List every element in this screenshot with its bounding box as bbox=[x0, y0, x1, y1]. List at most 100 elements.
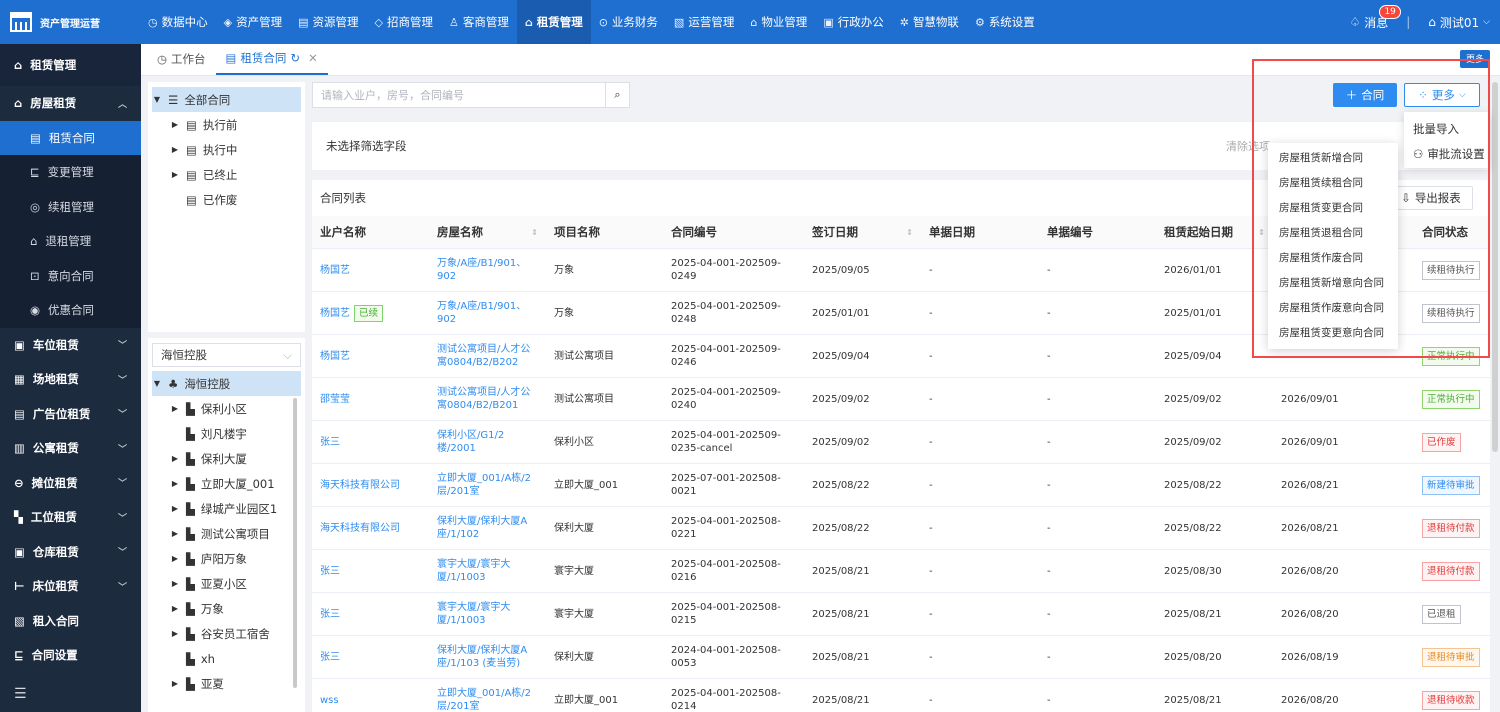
sidebar-subitem-0[interactable]: ▤ 租赁合同 bbox=[0, 120, 141, 155]
sidebar-group-5[interactable]: ▚ 工位租赁 ﹀ bbox=[0, 500, 141, 535]
tree-node-status[interactable]: ▶ ▤ 执行前 bbox=[152, 112, 301, 137]
sidebar-subitem-4[interactable]: ⊡ 意向合同 bbox=[0, 258, 141, 293]
cell-tenant[interactable]: 杨国艺 已续 bbox=[312, 304, 429, 322]
cell-tenant-text[interactable]: 张三 bbox=[320, 436, 340, 449]
tree-node-project[interactable]: ▶ ▙ 测试公寓项目 bbox=[152, 521, 301, 546]
messages-button[interactable]: ♤ 消息 19 bbox=[1349, 4, 1401, 31]
cell-tenant-text[interactable]: 张三 bbox=[320, 608, 340, 621]
caret-right-icon[interactable]: ▶ bbox=[170, 404, 180, 413]
nav-item-0[interactable]: ◷ 数据中心 bbox=[140, 0, 216, 44]
nav-item-10[interactable]: ✲ 智慧物联 bbox=[892, 0, 967, 44]
cell-tenant[interactable]: wss bbox=[312, 694, 429, 707]
nav-item-2[interactable]: ▤ 资源管理 bbox=[290, 0, 366, 44]
caret-right-icon[interactable]: ▶ bbox=[170, 554, 180, 563]
cell-room-text[interactable]: 寰宇大厦/寰宇大厦/1/1003 bbox=[437, 558, 538, 584]
cell-room[interactable]: 万象/A座/B1/901、902 bbox=[429, 300, 546, 326]
cell-room-text[interactable]: 测试公寓项目/人才公寓0804/B2/B201 bbox=[437, 386, 538, 412]
cell-room-text[interactable]: 立即大厦_001/A栋/2层/201室 bbox=[437, 687, 538, 712]
user-menu[interactable]: ⌂ 测试01 ⌵ bbox=[1428, 14, 1490, 31]
cell-room[interactable]: 测试公寓项目/人才公寓0804/B2/B201 bbox=[429, 386, 546, 412]
caret-right-icon[interactable]: ▶ bbox=[170, 145, 180, 154]
caret-right-icon[interactable]: ▶ bbox=[170, 579, 180, 588]
cell-room[interactable]: 测试公寓项目/人才公寓0804/B2/B202 bbox=[429, 343, 546, 369]
caret-down-icon[interactable]: ▼ bbox=[152, 379, 162, 388]
tree-node-project[interactable]: ▶ ▙ 立即大厦_001 bbox=[152, 471, 301, 496]
cell-tenant[interactable]: 杨国艺 bbox=[312, 264, 429, 277]
column-header[interactable]: 签订日期 ⇕ bbox=[804, 224, 921, 240]
cell-room[interactable]: 万象/A座/B1/901、902 bbox=[429, 257, 546, 283]
tree-node-project[interactable]: ▶ ▙ 绿城产业园区1 bbox=[152, 496, 301, 521]
close-icon[interactable]: ✕ bbox=[308, 51, 318, 65]
cell-tenant-text[interactable]: 杨国艺 bbox=[320, 350, 350, 363]
cell-room-text[interactable]: 保利大厦/保利大厦A座/1/102 bbox=[437, 515, 538, 541]
cell-tenant[interactable]: 张三 bbox=[312, 651, 429, 664]
tree-node-project[interactable]: ▙ 刘凡楼宇 bbox=[152, 421, 301, 446]
cell-tenant[interactable]: 邵莹莹 bbox=[312, 393, 429, 406]
tree-node-project[interactable]: ▶ ▙ 万象 bbox=[152, 596, 301, 621]
tree-node-project[interactable]: ▶ ▙ 保利小区 bbox=[152, 396, 301, 421]
sidebar-group-9[interactable]: ⊑ 合同设置 bbox=[0, 638, 141, 673]
search-input[interactable]: 请输入业户，房号，合同编号 bbox=[313, 87, 605, 103]
company-select[interactable]: 海恒控股 ⌵ bbox=[152, 343, 301, 367]
page-scrollbar[interactable] bbox=[1492, 82, 1498, 452]
cell-room-text[interactable]: 万象/A座/B1/901、902 bbox=[437, 257, 538, 283]
sidebar-subitem-2[interactable]: ◎ 续租管理 bbox=[0, 189, 141, 224]
nav-item-5[interactable]: ⌂ 租赁管理 bbox=[516, 0, 591, 44]
sidebar-group-1[interactable]: ▦ 场地租赁 ﹀ bbox=[0, 362, 141, 397]
tree-node-status[interactable]: ▤ 已作废 bbox=[152, 187, 301, 212]
tree-node-all-contracts[interactable]: ▼ ☰ 全部合同 bbox=[152, 87, 301, 112]
cell-tenant[interactable]: 张三 bbox=[312, 565, 429, 578]
tab-lease-contract[interactable]: ▤ 租赁合同 ↻ ✕ bbox=[215, 43, 328, 75]
cell-tenant-text[interactable]: wss bbox=[320, 694, 339, 707]
nav-item-4[interactable]: ♙ 客商管理 bbox=[441, 0, 517, 44]
collapse-menu-icon[interactable]: ☰ bbox=[14, 686, 27, 702]
tree-node-project[interactable]: ▶ ▙ 亚夏小区 bbox=[152, 571, 301, 596]
cell-room[interactable]: 保利小区/G1/2楼/2001 bbox=[429, 429, 546, 455]
column-header[interactable]: 房屋名称 ⇕ bbox=[429, 224, 546, 240]
cell-room[interactable]: 保利大厦/保利大厦A座/1/103 (麦当劳) bbox=[429, 644, 546, 670]
sidebar-subitem-3[interactable]: ⌂ 退租管理 bbox=[0, 224, 141, 259]
sidebar-group-3[interactable]: ▥ 公寓租赁 ﹀ bbox=[0, 431, 141, 466]
sidebar-group-0[interactable]: ▣ 车位租赁 ﹀ bbox=[0, 328, 141, 363]
cell-tenant-text[interactable]: 海天科技有限公司 bbox=[320, 522, 400, 535]
nav-item-3[interactable]: ◇ 招商管理 bbox=[366, 0, 440, 44]
tree-node-project[interactable]: ▶ ▙ 保利大厦 bbox=[152, 446, 301, 471]
cell-tenant[interactable]: 杨国艺 bbox=[312, 350, 429, 363]
sidebar-group-2[interactable]: ▤ 广告位租赁 ﹀ bbox=[0, 397, 141, 432]
sort-icon[interactable]: ⇕ bbox=[906, 228, 913, 237]
cell-tenant[interactable]: 张三 bbox=[312, 436, 429, 449]
cell-room-text[interactable]: 立即大厦_001/A栋/2层/201室 bbox=[437, 472, 538, 498]
cell-room[interactable]: 保利大厦/保利大厦A座/1/102 bbox=[429, 515, 546, 541]
tree-node-project[interactable]: ▶ ▙ 谷安员工宿舍 bbox=[152, 621, 301, 646]
tree-node-company[interactable]: ▼ ♣ 海恒控股 bbox=[152, 371, 301, 396]
tree-node-status[interactable]: ▶ ▤ 已终止 bbox=[152, 162, 301, 187]
sidebar-group-4[interactable]: ⊖ 摊位租赁 ﹀ bbox=[0, 466, 141, 501]
caret-right-icon[interactable]: ▶ bbox=[170, 529, 180, 538]
cell-room-text[interactable]: 万象/A座/B1/901、902 bbox=[437, 300, 538, 326]
nav-item-11[interactable]: ⚙ 系统设置 bbox=[967, 0, 1043, 44]
cell-room[interactable]: 立即大厦_001/A栋/2层/201室 bbox=[429, 472, 546, 498]
sidebar-subitem-1[interactable]: ⊑ 变更管理 bbox=[0, 155, 141, 190]
sidebar-group-7[interactable]: ⊢ 床位租赁 ﹀ bbox=[0, 569, 141, 604]
cell-tenant-text[interactable]: 海天科技有限公司 bbox=[320, 479, 400, 492]
cell-tenant[interactable]: 海天科技有限公司 bbox=[312, 522, 429, 535]
sidebar-group-house-lease[interactable]: ⌂ 房屋租赁 ︿ bbox=[0, 86, 141, 121]
cell-tenant-text[interactable]: 杨国艺 bbox=[320, 264, 350, 277]
caret-right-icon[interactable]: ▶ bbox=[170, 679, 180, 688]
sidebar-group-8[interactable]: ▧ 租入合同 bbox=[0, 604, 141, 639]
caret-down-icon[interactable]: ▼ bbox=[152, 95, 162, 104]
app-logo[interactable]: 资产管理运营 bbox=[0, 0, 140, 44]
nav-item-1[interactable]: ◈ 资产管理 bbox=[216, 0, 290, 44]
tree-node-status[interactable]: ▶ ▤ 执行中 bbox=[152, 137, 301, 162]
search-icon[interactable]: ⌕ bbox=[605, 83, 629, 107]
cell-room-text[interactable]: 寰宇大厦/寰宇大厦/1/1003 bbox=[437, 601, 538, 627]
sidebar-subitem-5[interactable]: ◉ 优惠合同 bbox=[0, 293, 141, 328]
cell-tenant-text[interactable]: 邵莹莹 bbox=[320, 393, 350, 406]
sidebar-group-6[interactable]: ▣ 仓库租赁 ﹀ bbox=[0, 535, 141, 570]
caret-right-icon[interactable]: ▶ bbox=[170, 504, 180, 513]
sort-icon[interactable]: ⇕ bbox=[531, 228, 538, 237]
caret-right-icon[interactable]: ▶ bbox=[170, 454, 180, 463]
tree-node-project[interactable]: ▶ ▙ 庐阳万象 bbox=[152, 546, 301, 571]
cell-room-text[interactable]: 保利小区/G1/2楼/2001 bbox=[437, 429, 538, 455]
cell-room[interactable]: 寰宇大厦/寰宇大厦/1/1003 bbox=[429, 558, 546, 584]
